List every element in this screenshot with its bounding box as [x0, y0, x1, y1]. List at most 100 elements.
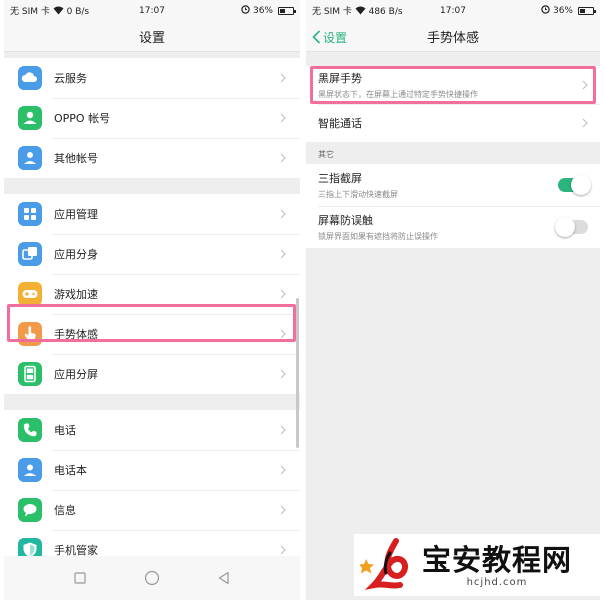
settings-group: 云服务 OPPO 帐号 其他帐号: [4, 58, 300, 178]
settings-group: 电话 电话本 信息 手机管家: [4, 410, 300, 570]
alarm-icon: [241, 5, 250, 17]
chevron-right-icon: [280, 249, 286, 259]
user-icon: [18, 106, 42, 130]
settings-item[interactable]: 手势体感: [4, 314, 300, 354]
chevron-right-icon: [280, 505, 286, 515]
item-title: 三指截屏: [318, 172, 362, 185]
gesture-other-section: 三指截屏 三指上下滑动快速截屏 屏幕防误触 锁屏界面如果有遮挡将防止误操作: [306, 164, 600, 248]
settings-item[interactable]: 应用管理: [4, 194, 300, 234]
settings-item[interactable]: 云服务: [4, 58, 300, 98]
chevron-right-icon: [280, 209, 286, 219]
settings-screen: 无 SIM 卡 0 B/s 17:07 36% 设置 云服务 OPPO 帐号 其他帐…: [4, 0, 300, 600]
anti-mistouch-toggle[interactable]: [555, 217, 588, 237]
contact-icon: [18, 146, 42, 170]
hand-icon: [18, 322, 42, 346]
back-label: 设置: [323, 30, 348, 45]
grid-icon: [18, 202, 42, 226]
settings-item-label: 其他帐号: [54, 152, 98, 165]
settings-item-label: 应用分身: [54, 248, 98, 261]
group-gap: [4, 394, 300, 410]
battery-percent: 36%: [252, 6, 273, 16]
smart-call-item[interactable]: 智能通话: [306, 104, 600, 142]
gesture-settings-screen: 无 SIM 卡 486 B/s 17:07 36% 设置 手势体感 黑屏手势 黑…: [306, 0, 600, 600]
settings-item[interactable]: 电话本: [4, 450, 300, 490]
chevron-right-icon: [280, 329, 286, 339]
back-nav-button[interactable]: [214, 568, 234, 588]
gamepad-icon: [18, 282, 42, 306]
page-title-bar: 设置 手势体感: [306, 22, 600, 52]
chevron-right-icon: [280, 73, 286, 83]
settings-item[interactable]: 应用分身: [4, 234, 300, 274]
settings-list: 云服务 OPPO 帐号 其他帐号应用管理应用分身游戏加速手势体感应用分屏电话电话本信…: [4, 52, 300, 570]
scrollbar[interactable]: [296, 298, 299, 448]
settings-item[interactable]: OPPO 帐号: [4, 98, 300, 138]
settings-item-label: OPPO 帐号: [54, 112, 111, 125]
section-header-other: 其它: [306, 142, 600, 164]
phone-icon: [18, 418, 42, 442]
settings-item[interactable]: 应用分屏: [4, 354, 300, 394]
group-gap: [4, 178, 300, 194]
watermark-title: 宝安教程网: [422, 542, 573, 577]
chevron-right-icon: [280, 545, 286, 555]
triangle-back-icon: [218, 571, 229, 585]
page-title-bar: 设置: [4, 22, 300, 52]
site-logo-icon: [360, 538, 408, 590]
settings-item-label: 云服务: [54, 72, 87, 85]
circle-icon: [144, 570, 160, 586]
settings-item-label: 电话: [54, 424, 76, 437]
chevron-right-icon: [280, 113, 286, 123]
chevron-right-icon: [280, 425, 286, 435]
chevron-right-icon: [280, 465, 286, 475]
settings-item-label: 手势体感: [54, 328, 98, 341]
watermark-url: hcjhd.com: [466, 576, 528, 588]
item-subtitle: 三指上下滑动快速截屏: [318, 190, 398, 199]
three-finger-screenshot-toggle[interactable]: [558, 175, 591, 195]
settings-group: 应用管理应用分身游戏加速手势体感应用分屏: [4, 194, 300, 394]
navigation-bar: [4, 556, 300, 600]
page-title: 手势体感: [426, 31, 479, 46]
wifi-icon: [53, 6, 64, 18]
contacts-book-icon: [18, 458, 42, 482]
back-button[interactable]: 设置: [312, 22, 347, 52]
item-title: 黑屏手势: [318, 72, 362, 85]
chevron-right-icon: [280, 369, 286, 379]
clone-icon: [18, 242, 42, 266]
carrier-label: 无 SIM 卡: [10, 7, 50, 18]
item-title: 屏幕防误触: [318, 214, 373, 227]
settings-item[interactable]: 信息: [4, 490, 300, 530]
cloud-icon: [18, 66, 42, 90]
chevron-left-icon: [312, 30, 321, 44]
item-subtitle: 锁屏界面如果有遮挡将防止误操作: [318, 232, 438, 241]
wifi-icon: [355, 6, 366, 18]
three-finger-screenshot-item[interactable]: 三指截屏 三指上下滑动快速截屏: [306, 164, 600, 206]
black-screen-gesture-item[interactable]: 黑屏手势 黑屏状态下，在屏幕上通过特定手势快捷操作: [306, 66, 600, 104]
chevron-right-icon: [582, 80, 588, 90]
alarm-icon: [541, 5, 550, 17]
battery-percent: 36%: [552, 6, 573, 16]
site-watermark: 宝安教程网 hcjhd.com: [354, 534, 600, 596]
settings-item[interactable]: 电话: [4, 410, 300, 450]
settings-item-label: 信息: [54, 504, 76, 517]
network-speed: 486 B/s: [368, 7, 403, 18]
gesture-main-section: 黑屏手势 黑屏状态下，在屏幕上通过特定手势快捷操作 智能通话: [306, 66, 600, 142]
chevron-right-icon: [582, 118, 588, 128]
battery-icon: [278, 7, 296, 15]
settings-item-label: 应用分屏: [54, 368, 98, 381]
recent-apps-button[interactable]: [70, 568, 90, 588]
home-button[interactable]: [142, 568, 162, 588]
settings-item-label: 应用管理: [54, 208, 98, 221]
item-title: 智能通话: [318, 117, 362, 130]
anti-mistouch-item[interactable]: 屏幕防误触 锁屏界面如果有遮挡将防止误操作: [306, 206, 600, 248]
square-icon: [74, 572, 86, 584]
settings-item[interactable]: 游戏加速: [4, 274, 300, 314]
carrier-label: 无 SIM 卡: [312, 7, 352, 18]
item-subtitle: 黑屏状态下，在屏幕上通过特定手势快捷操作: [318, 90, 478, 99]
split-screen-icon: [18, 362, 42, 386]
message-icon: [18, 498, 42, 522]
status-bar: 无 SIM 卡 0 B/s 17:07 36%: [4, 0, 300, 22]
settings-item[interactable]: 其他帐号: [4, 138, 300, 178]
status-bar: 无 SIM 卡 486 B/s 17:07 36%: [306, 0, 600, 22]
chevron-right-icon: [280, 289, 286, 299]
chevron-right-icon: [280, 153, 286, 163]
settings-item-label: 游戏加速: [54, 288, 98, 301]
